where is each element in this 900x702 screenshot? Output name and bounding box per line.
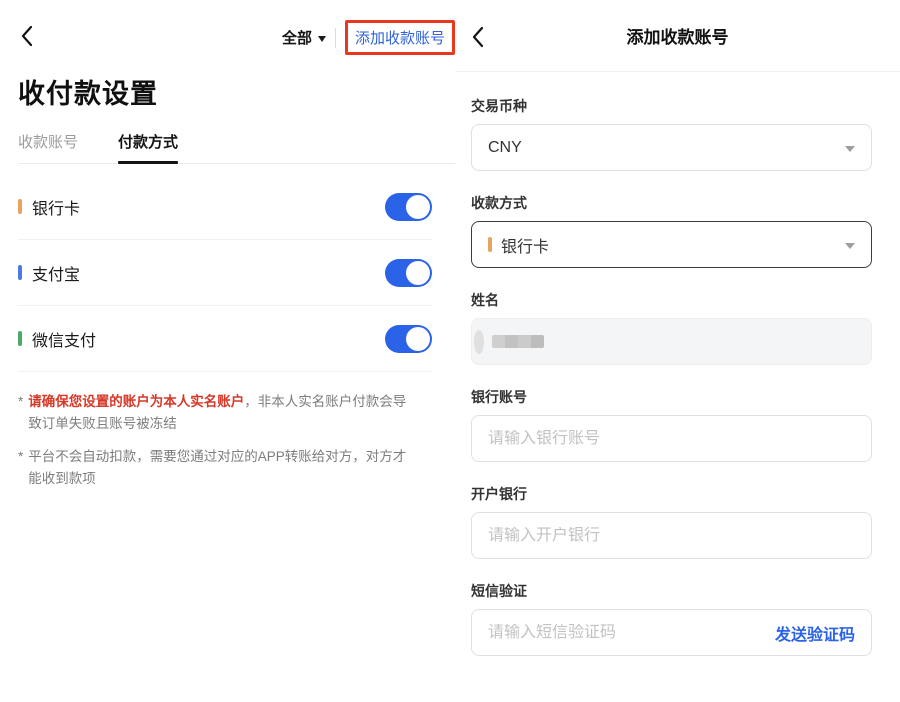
tab-payment-methods[interactable]: 付款方式 — [118, 131, 178, 163]
list-item-bank-card: 银行卡 — [18, 174, 432, 240]
toggle-knob — [406, 327, 430, 351]
sms-verification-group: 短信验证 发送验证码 — [471, 581, 872, 656]
left-header-actions: 全部 添加收款账号 — [282, 20, 455, 55]
sms-code-input[interactable] — [488, 624, 765, 642]
redacted-mark — [474, 330, 484, 354]
note-real-name-warning: * 请确保您设置的账户为本人实名账户，非本人实名账户付款会导致订单失败且账号被冻… — [18, 391, 410, 434]
receive-method-value-group: 银行卡 — [488, 233, 549, 257]
receive-method-label: 收款方式 — [471, 193, 872, 213]
screen: 全部 添加收款账号 收付款设置 收款账号 付款方式 银行卡 — [0, 0, 900, 702]
note-text: 平台不会自动扣款，需要您通过对应的APP转账给对方，对方才能收到款项 — [28, 446, 410, 489]
send-verification-code-button[interactable]: 发送验证码 — [765, 621, 855, 645]
vertical-divider — [335, 28, 336, 48]
currency-group: 交易币种 CNY — [471, 96, 872, 171]
alipay-icon — [18, 265, 22, 280]
note-text: 请确保您设置的账户为本人实名账户，非本人实名账户付款会导致订单失败且账号被冻结 — [28, 391, 410, 434]
note-bullet: * — [18, 391, 23, 434]
bank-branch-group: 开户银行 — [471, 484, 872, 559]
back-icon — [471, 26, 484, 51]
receive-method-value: 银行卡 — [501, 233, 549, 257]
alipay-label-group: 支付宝 — [18, 261, 80, 285]
sms-label: 短信验证 — [471, 581, 872, 601]
panel-add-account: 添加收款账号 交易币种 CNY 收款方式 银行卡 — [455, 0, 900, 702]
toggle-knob — [406, 195, 430, 219]
bank-branch-label: 开户银行 — [471, 484, 872, 504]
chevron-down-icon — [845, 243, 855, 249]
bank-card-toggle[interactable] — [385, 193, 432, 221]
note-rest: 平台不会自动扣款，需要您通过对应的APP转账给对方，对方才能收到款项 — [28, 449, 406, 486]
bank-account-input[interactable] — [488, 430, 855, 448]
method-label: 支付宝 — [32, 261, 80, 285]
bank-card-icon — [488, 237, 492, 252]
back-button[interactable] — [18, 23, 35, 52]
list-item-wechat-pay: 微信支付 — [18, 306, 432, 372]
wechat-toggle[interactable] — [385, 325, 432, 353]
bank-card-label-group: 银行卡 — [18, 195, 80, 219]
add-receiving-account-button[interactable]: 添加收款账号 — [345, 20, 455, 55]
receive-method-group: 收款方式 银行卡 — [471, 193, 872, 268]
left-header: 全部 添加收款账号 — [0, 0, 455, 55]
name-field — [471, 318, 872, 365]
method-label: 微信支付 — [32, 327, 96, 351]
page-title: 收付款设置 — [18, 72, 455, 111]
currency-label: 交易币种 — [471, 96, 872, 116]
panel-payment-settings: 全部 添加收款账号 收付款设置 收款账号 付款方式 银行卡 — [0, 0, 455, 702]
chevron-down-icon — [845, 146, 855, 152]
receive-method-select[interactable]: 银行卡 — [471, 221, 872, 268]
sms-field: 发送验证码 — [471, 609, 872, 656]
filter-label: 全部 — [282, 27, 312, 48]
bank-account-field — [471, 415, 872, 462]
note-emphasis: 请确保您设置的账户为本人实名账户 — [28, 394, 244, 409]
alipay-toggle[interactable] — [385, 259, 432, 287]
tab-bar: 收款账号 付款方式 — [18, 131, 455, 164]
add-account-form: 交易币种 CNY 收款方式 银行卡 姓名 — [455, 72, 900, 656]
tab-receiving-accounts[interactable]: 收款账号 — [18, 131, 78, 163]
toggle-knob — [406, 261, 430, 285]
list-item-alipay: 支付宝 — [18, 240, 432, 306]
note-bullet: * — [18, 446, 23, 489]
bank-card-icon — [18, 199, 22, 214]
bank-account-label: 银行账号 — [471, 387, 872, 407]
back-icon — [20, 25, 33, 50]
bank-branch-field — [471, 512, 872, 559]
wechat-pay-icon — [18, 331, 22, 346]
bank-branch-input[interactable] — [488, 527, 855, 545]
currency-select[interactable]: CNY — [471, 124, 872, 171]
right-header: 添加收款账号 — [455, 0, 900, 72]
method-label: 银行卡 — [32, 195, 80, 219]
footnotes: * 请确保您设置的账户为本人实名账户，非本人实名账户付款会导致订单失败且账号被冻… — [18, 391, 410, 489]
filter-dropdown[interactable]: 全部 — [282, 27, 326, 48]
redacted-name — [492, 335, 544, 348]
wechat-label-group: 微信支付 — [18, 327, 96, 351]
page-title: 添加收款账号 — [627, 23, 729, 48]
bank-account-group: 银行账号 — [471, 387, 872, 462]
name-label: 姓名 — [471, 290, 872, 310]
chevron-down-icon — [318, 36, 326, 42]
back-button[interactable] — [469, 24, 486, 53]
currency-value: CNY — [488, 139, 522, 157]
payment-method-list: 银行卡 支付宝 微信支付 — [18, 174, 432, 372]
note-manual-transfer: * 平台不会自动扣款，需要您通过对应的APP转账给对方，对方才能收到款项 — [18, 446, 410, 489]
name-group: 姓名 — [471, 290, 872, 365]
